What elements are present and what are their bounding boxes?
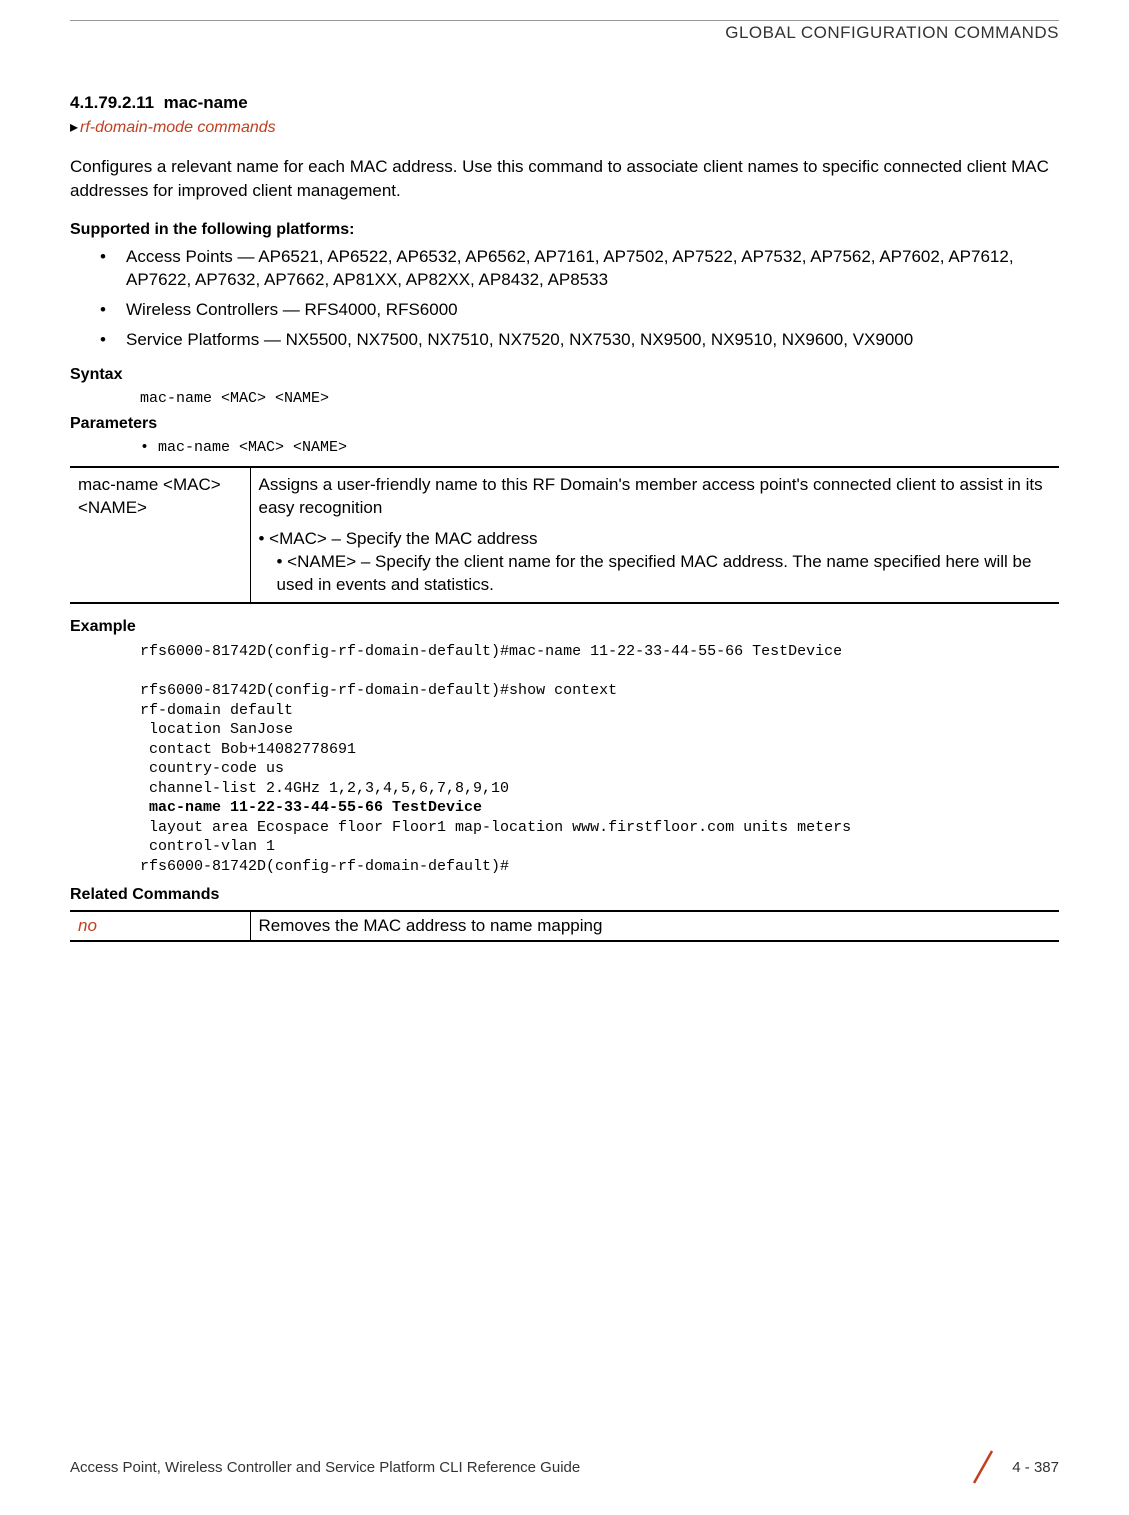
footer-title: Access Point, Wireless Controller and Se… (70, 1459, 580, 1476)
table-row: mac-name <MAC> <NAME> Assigns a user-fri… (70, 467, 1059, 604)
code-line-highlighted: mac-name 11-22-33-44-55-66 TestDevice (140, 799, 482, 816)
page-header: GLOBAL CONFIGURATION COMMANDS (70, 23, 1059, 43)
code-line: country-code us (140, 760, 284, 777)
example-code-block: rfs6000-81742D(config-rf-domain-default)… (140, 642, 1059, 876)
supported-heading: Supported in the following platforms: (70, 221, 1059, 239)
code-line: rfs6000-81742D(config-rf-domain-default)… (140, 858, 509, 875)
related-commands-table: no Removes the MAC address to name mappi… (70, 910, 1059, 942)
param-bullet-mac: • <MAC> – Specify the MAC address (259, 528, 1052, 551)
breadcrumb-arrow-icon: ▸ (70, 119, 78, 136)
code-line: layout area Ecospace floor Floor1 map-lo… (140, 819, 851, 836)
parameters-heading: Parameters (70, 415, 1059, 433)
related-command-name: no (70, 911, 250, 941)
page-footer: Access Point, Wireless Controller and Se… (70, 1447, 1059, 1487)
example-heading: Example (70, 618, 1059, 636)
list-item: Access Points — AP6521, AP6522, AP6532, … (100, 245, 1059, 293)
footer-slash-icon (968, 1447, 998, 1487)
parameters-bullet: • mac-name <MAC> <NAME> (140, 439, 1059, 456)
code-line: control-vlan 1 (140, 838, 275, 855)
code-line: channel-list 2.4GHz 1,2,3,4,5,6,7,8,9,10 (140, 780, 509, 797)
syntax-code: mac-name <MAC> <NAME> (140, 390, 1059, 407)
table-row: no Removes the MAC address to name mappi… (70, 911, 1059, 941)
page-number: 4 - 387 (1012, 1459, 1059, 1476)
related-heading: Related Commands (70, 886, 1059, 904)
breadcrumb-text: rf-domain-mode commands (80, 119, 276, 136)
section-title: mac-name (164, 93, 248, 112)
param-description: Assigns a user-friendly name to this RF … (259, 475, 1043, 517)
platforms-list: Access Points — AP6521, AP6522, AP6532, … (70, 245, 1059, 352)
footer-page-area: 4 - 387 (968, 1447, 1059, 1487)
param-bullet-name: • <NAME> – Specify the client name for t… (259, 551, 1052, 597)
param-desc-cell: Assigns a user-friendly name to this RF … (250, 467, 1059, 604)
header-rule (70, 20, 1059, 21)
intro-paragraph: Configures a relevant name for each MAC … (70, 155, 1059, 203)
parameters-table: mac-name <MAC> <NAME> Assigns a user-fri… (70, 466, 1059, 605)
breadcrumb: ▸rf-domain-mode commands (70, 117, 1059, 137)
param-name-cell: mac-name <MAC> <NAME> (70, 467, 250, 604)
section-number: 4.1.79.2.11 (70, 93, 154, 112)
list-item: Wireless Controllers — RFS4000, RFS6000 (100, 298, 1059, 322)
code-line: contact Bob+14082778691 (140, 741, 356, 758)
code-line: rfs6000-81742D(config-rf-domain-default)… (140, 643, 842, 660)
code-line: location SanJose (140, 721, 293, 738)
section-heading: 4.1.79.2.11 mac-name (70, 93, 1059, 113)
syntax-heading: Syntax (70, 366, 1059, 384)
list-item: Service Platforms — NX5500, NX7500, NX75… (100, 328, 1059, 352)
code-line: rf-domain default (140, 702, 293, 719)
related-command-desc: Removes the MAC address to name mapping (250, 911, 1059, 941)
code-line: rfs6000-81742D(config-rf-domain-default)… (140, 682, 617, 699)
